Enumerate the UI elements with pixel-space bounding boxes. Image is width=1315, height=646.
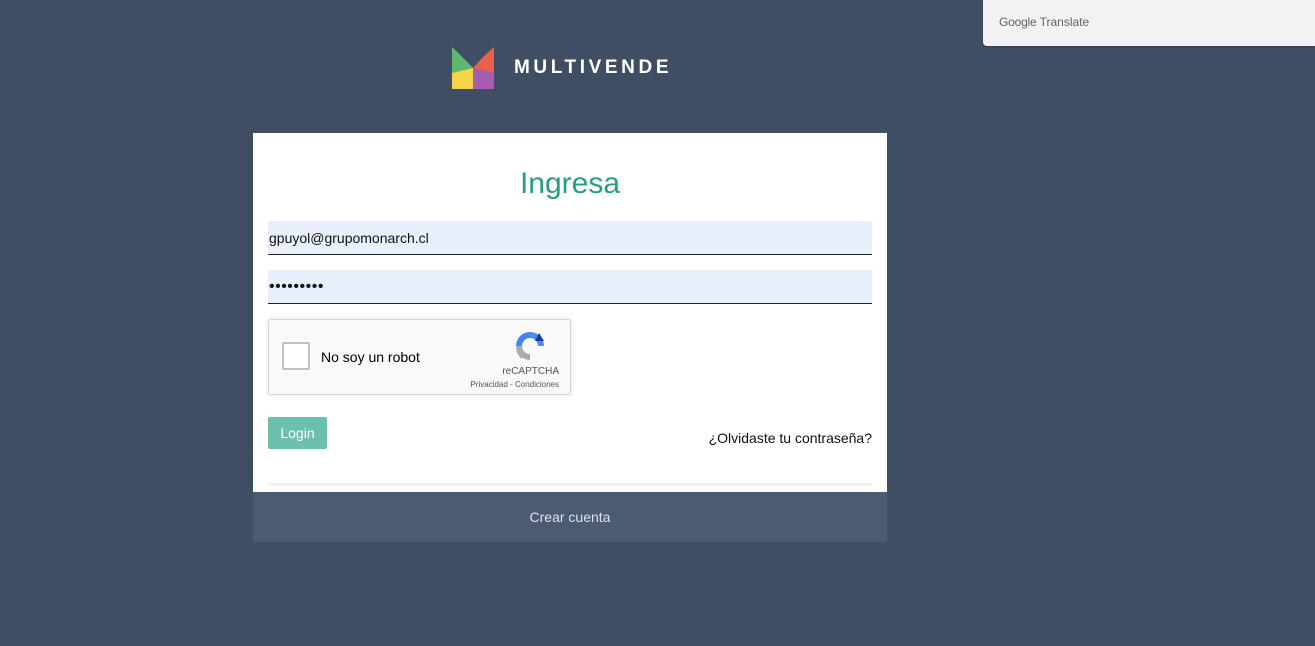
create-account-button[interactable]: Crear cuenta (253, 492, 887, 542)
password-field[interactable] (268, 270, 872, 304)
login-button[interactable]: Login (268, 417, 327, 449)
google-translate-product: Translate (1039, 15, 1090, 29)
google-translate-bar[interactable]: Google Translate (983, 0, 1315, 46)
recaptcha-privacy-link[interactable]: Privacidad (470, 380, 507, 389)
recaptcha-links-separator: - (510, 380, 513, 389)
recaptcha-checkbox[interactable] (282, 342, 310, 370)
login-card: Ingresa No soy un robot reCAPTCHA Privac… (253, 133, 887, 492)
google-translate-brand: Google (999, 15, 1037, 29)
login-page: Google Translate MULTIVENDE Ingresa No s… (0, 0, 1315, 646)
recaptcha-terms-link[interactable]: Condiciones (515, 380, 559, 389)
multivende-logo-icon (452, 47, 494, 89)
recaptcha-label: No soy un robot (321, 349, 420, 365)
card-divider (268, 483, 872, 486)
recaptcha-brand: reCAPTCHA (502, 366, 559, 377)
multivende-logo[interactable]: MULTIVENDE (452, 47, 672, 89)
page-title: Ingresa (519, 167, 621, 200)
email-field[interactable] (268, 221, 872, 255)
recaptcha-icon (516, 332, 544, 360)
forgot-password-link[interactable]: ¿Olvidaste tu contraseña? (709, 430, 872, 446)
recaptcha-widget: No soy un robot reCAPTCHA Privacidad - C… (268, 319, 571, 395)
recaptcha-links: Privacidad - Condiciones (449, 380, 559, 389)
create-account-label: Crear cuenta (529, 509, 611, 525)
logo-text: MULTIVENDE (514, 57, 673, 78)
